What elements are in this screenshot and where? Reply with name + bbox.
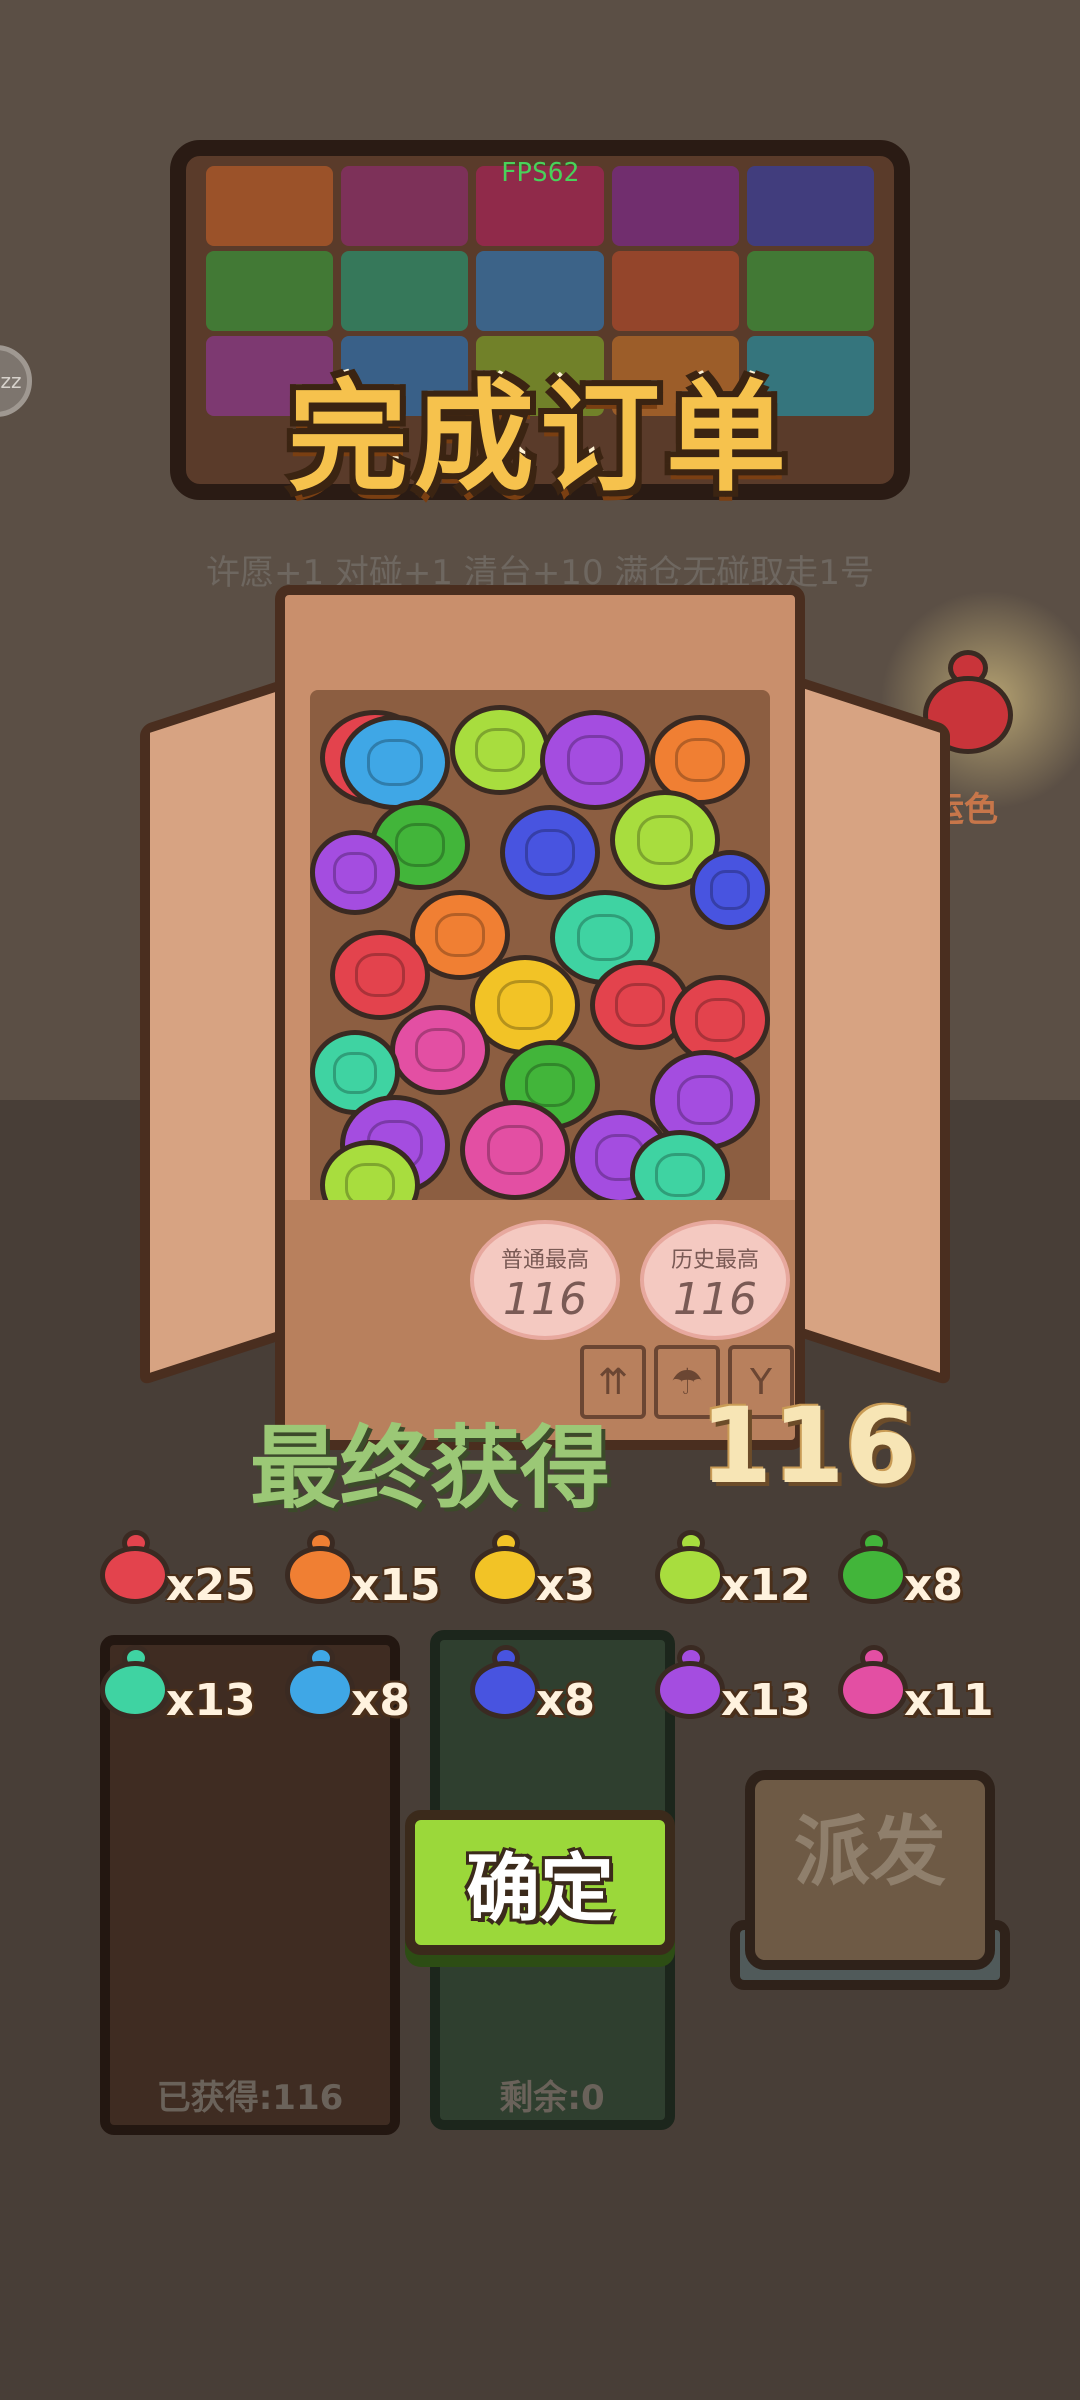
turtle-candy [390, 1005, 490, 1095]
box-flap-right [790, 674, 950, 1386]
count-value: x11 [904, 1675, 994, 1726]
count-item-green: x8 [838, 1530, 1008, 1630]
count-item-yellow: x3 [470, 1530, 640, 1630]
turtle-purple-icon [655, 1645, 725, 1721]
count-value: x15 [351, 1560, 441, 1611]
turtle-candy [450, 705, 550, 795]
final-result-label: 最终获得 [250, 1416, 610, 1521]
count-item-lime: x12 [655, 1530, 825, 1630]
count-item-red: x25 [100, 1530, 270, 1630]
turtle-teal-icon [100, 1645, 170, 1721]
shelf-row [206, 251, 875, 331]
normal-best-badge: 普通最高 116 [470, 1220, 620, 1340]
confirm-button-label: 确定 [466, 1846, 614, 1932]
turtle-sky-icon [285, 1645, 355, 1721]
turtle-pile [310, 690, 770, 1210]
confirm-button[interactable]: 确定 [405, 1810, 675, 1955]
count-item-blue: x8 [470, 1645, 640, 1745]
turtle-candy [630, 1130, 730, 1210]
history-best-badge: 历史最高 116 [640, 1220, 790, 1340]
count-value: x8 [351, 1675, 410, 1726]
count-item-purple: x13 [655, 1645, 825, 1745]
obtained-count-label: 已获得:116 [156, 2078, 344, 2118]
count-value: x13 [166, 1675, 256, 1726]
shelf-pack [206, 251, 334, 331]
turtle-yellow-icon [470, 1530, 540, 1606]
final-result-value: 116 [700, 1385, 918, 1507]
count-item-sky: x8 [285, 1645, 455, 1745]
shelf-pack [611, 251, 739, 331]
history-best-value: 116 [673, 1274, 757, 1325]
normal-best-value: 116 [503, 1274, 587, 1325]
turtle-red-icon [100, 1530, 170, 1606]
fps-counter: FPS62 [500, 158, 580, 188]
count-value: x25 [166, 1560, 256, 1611]
shelf-pack [476, 251, 604, 331]
count-value: x13 [721, 1675, 811, 1726]
count-item-orange: x15 [285, 1530, 455, 1630]
turtle-candy [540, 710, 650, 810]
shelf-pack [746, 251, 875, 331]
count-item-pink: x11 [838, 1645, 1008, 1745]
shelf-pack [341, 251, 469, 331]
count-value: x3 [536, 1560, 595, 1611]
normal-best-label: 普通最高 [500, 1248, 589, 1273]
history-best-label: 历史最高 [670, 1248, 759, 1273]
turtle-candy [310, 830, 400, 915]
turtle-candy [330, 930, 430, 1020]
turtle-blue-icon [470, 1645, 540, 1721]
turtle-pink-icon [838, 1645, 908, 1721]
remaining-count-label: 剩余:0 [499, 2078, 605, 2118]
order-complete-title: 完成订单 [288, 369, 792, 508]
turtle-candy [460, 1100, 570, 1200]
turtle-green-icon [838, 1530, 908, 1606]
turtle-candy [500, 805, 600, 900]
turtle-candy [690, 850, 770, 930]
count-value: x8 [904, 1560, 963, 1611]
turtle-orange-icon [285, 1530, 355, 1606]
turtle-lime-icon [655, 1530, 725, 1606]
count-value: x8 [536, 1675, 595, 1726]
turtle-candy [340, 715, 450, 810]
dispatch-button-label: 派发 [794, 1807, 946, 1896]
count-item-teal: x13 [100, 1645, 270, 1745]
count-value: x12 [721, 1560, 811, 1611]
